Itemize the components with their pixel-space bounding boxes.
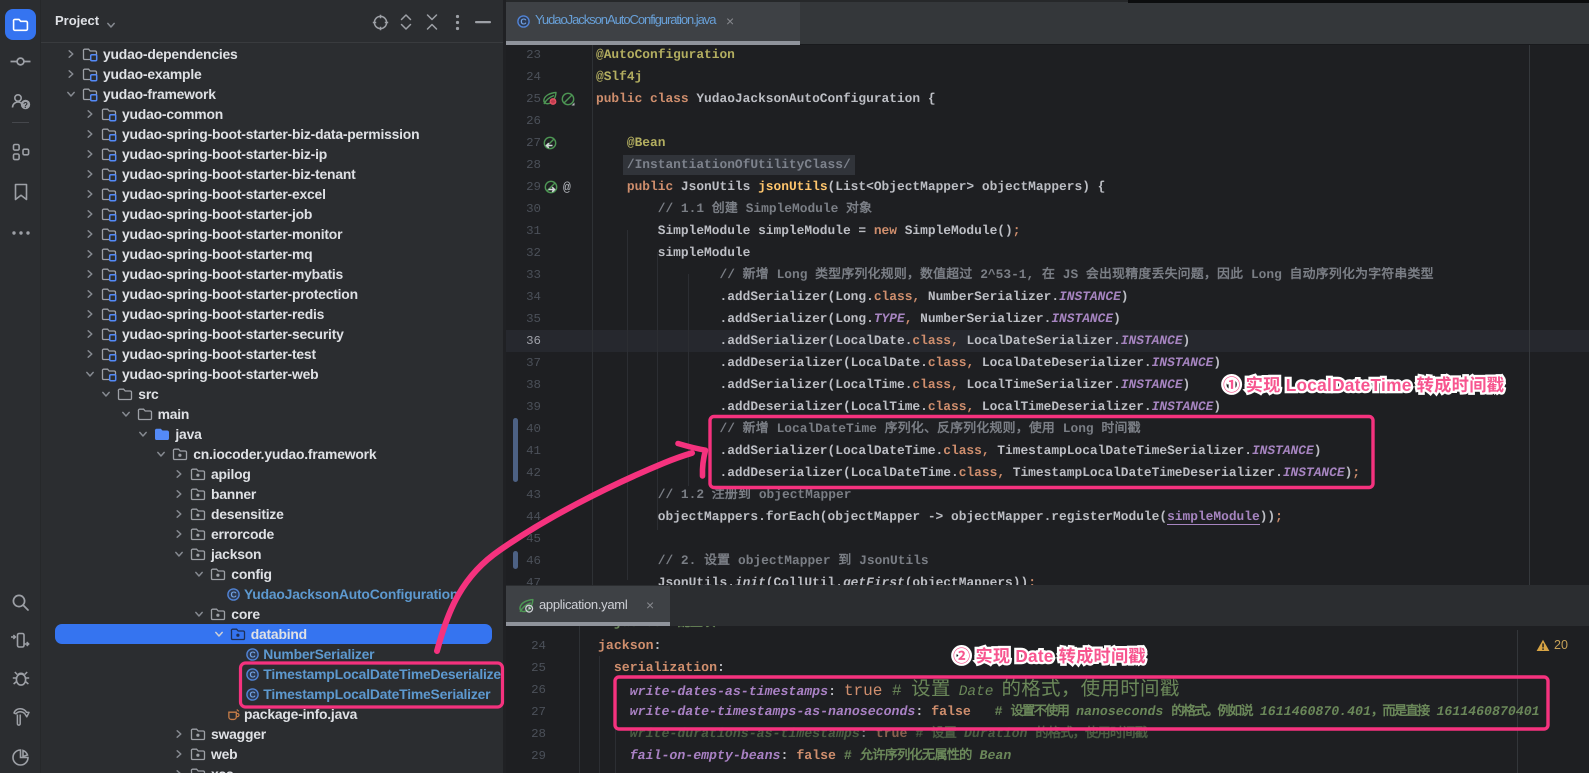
svg-text:C: C	[250, 669, 256, 679]
svg-text:C: C	[250, 689, 256, 699]
svg-text:?: ?	[23, 101, 28, 110]
svg-text:C: C	[250, 649, 256, 659]
svg-text:C: C	[230, 589, 236, 599]
svg-text:C: C	[520, 17, 526, 27]
